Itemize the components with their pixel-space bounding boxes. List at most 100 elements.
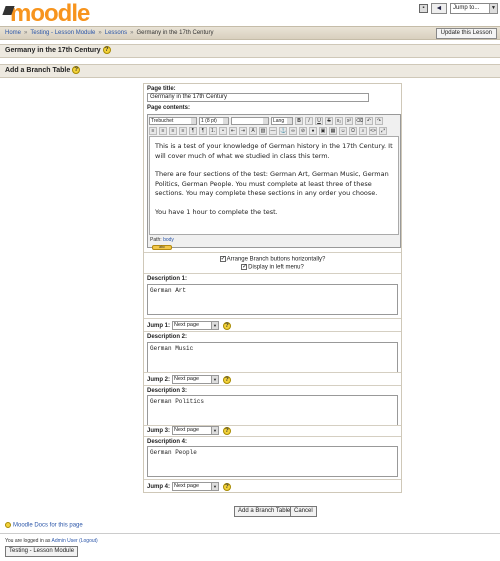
moodle-docs-link-row: Moodle Docs for this page	[5, 522, 83, 529]
update-lesson-button[interactable]: Update this Lesson	[435, 28, 497, 39]
logout-link[interactable]: (Logout)	[79, 538, 98, 544]
previous-arrow-button[interactable]: ◄	[431, 3, 447, 14]
moodle-logo[interactable]: moodle	[2, 0, 90, 27]
editor-content[interactable]: This is a test of your knowledge of Germ…	[149, 136, 399, 235]
chevron-down-icon	[191, 117, 196, 124]
top-right-controls: ▪ ◄ Jump to... ▼	[419, 3, 498, 14]
moodle-docs-link[interactable]: Moodle Docs for this page	[13, 523, 83, 529]
align-right-icon[interactable]: ≡	[169, 126, 177, 135]
underline-icon[interactable]: U	[315, 116, 323, 125]
bold-icon[interactable]: B	[295, 116, 303, 125]
editor-paragraph: There are four sections of the test: Ger…	[155, 170, 389, 197]
chevron-down-icon: ▼	[489, 4, 497, 13]
search-replace-icon[interactable]: ⌕	[359, 126, 367, 135]
jump-2-row: Jump 2: Next page ▼ ?	[147, 375, 232, 384]
jump-to-select[interactable]: Jump to... ▼	[450, 3, 498, 14]
arrange-horizontal-checkbox[interactable]: ✓	[219, 256, 226, 262]
logo-text: moodle	[10, 0, 90, 27]
cancel-button[interactable]: Cancel	[290, 506, 317, 517]
justify-icon[interactable]: ≡	[179, 126, 187, 135]
jump-1-select[interactable]: Next page ▼	[172, 321, 220, 330]
help-icon[interactable]: ?	[223, 375, 232, 384]
course-home-button[interactable]: Testing - Lesson Module	[5, 546, 79, 557]
text-color-icon[interactable]: A	[249, 126, 257, 135]
page-title-input[interactable]: Germany in the 17th Century	[147, 93, 369, 102]
jump-3-label: Jump 3:	[147, 427, 171, 434]
fullscreen-icon[interactable]: ⤢	[379, 126, 387, 135]
help-icon[interactable]: ?	[223, 321, 232, 330]
font-select[interactable]: Trebuchet	[149, 116, 197, 125]
undo-icon[interactable]: ↶	[365, 116, 373, 125]
description-4-input[interactable]: German People	[147, 446, 398, 477]
strikethrough-icon[interactable]: S	[325, 116, 333, 125]
background-color-icon[interactable]: ▧	[259, 126, 267, 135]
navbar: Home» Testing - Lesson Module» Lessons» Ger…	[0, 26, 500, 40]
unlink-icon[interactable]: ⊘	[299, 126, 307, 135]
italic-icon[interactable]: I	[305, 116, 313, 125]
subscript-icon[interactable]: x₂	[335, 116, 343, 125]
indent-icon[interactable]: ⇥	[239, 126, 247, 135]
help-icon[interactable]: ?	[223, 426, 232, 435]
image-icon[interactable]: ▣	[319, 126, 327, 135]
display-left-menu-row: ✓Display in left menu?	[144, 264, 401, 271]
link-icon[interactable]: ∞	[289, 126, 297, 135]
divider	[144, 273, 401, 274]
size-value: 1 (8 pt)	[201, 117, 217, 124]
ltr-icon[interactable]: ¶	[189, 126, 197, 135]
size-select[interactable]: 1 (8 pt)	[199, 116, 229, 125]
ordered-list-icon[interactable]: ⒈	[209, 126, 217, 135]
section-heading: Add a Branch Table?	[0, 64, 500, 78]
style-select[interactable]	[231, 116, 269, 125]
font-value: Trebuchet	[151, 117, 174, 124]
html-editor: Trebuchet 1 (8 pt) Lang B I U S x₂ x² ⌫ …	[147, 114, 401, 250]
display-left-menu-checkbox[interactable]: ✓	[241, 264, 247, 270]
description-2-label: Description 2:	[147, 334, 188, 340]
help-icon[interactable]: ?	[72, 66, 81, 75]
lesson-heading-text: Germany in the 17th Century	[5, 47, 101, 54]
description-1-input[interactable]: German Art	[147, 284, 398, 315]
jump-4-select[interactable]: Next page ▼	[172, 482, 220, 491]
lang-value: Lang	[273, 117, 285, 124]
divider	[144, 436, 401, 437]
breadcrumb-home[interactable]: Home	[5, 30, 21, 36]
smiley-icon[interactable]: ☺	[339, 126, 347, 135]
jump-2-select[interactable]: Next page ▼	[172, 375, 220, 384]
nolink-icon[interactable]: ●	[309, 126, 317, 135]
horizontal-rule-icon[interactable]: —	[269, 126, 277, 135]
divider	[144, 372, 401, 373]
html-source-icon[interactable]: <>	[369, 126, 377, 135]
table-icon[interactable]: ▦	[329, 126, 337, 135]
jump-3-select[interactable]: Next page ▼	[172, 426, 220, 435]
path-label: Path:	[150, 237, 162, 243]
divider	[144, 385, 401, 386]
align-center-icon[interactable]: ≡	[159, 126, 167, 135]
description-3-input[interactable]: German Politics	[147, 395, 398, 426]
description-2-input[interactable]: German Music	[147, 342, 398, 373]
branch-table-form: Page title: Germany in the 17th Century …	[143, 83, 402, 493]
breadcrumb-lessons[interactable]: Lessons	[105, 30, 127, 36]
align-left-icon[interactable]: ≡	[149, 126, 157, 135]
display-left-menu-label: Display in left menu?	[248, 264, 304, 271]
jump-3-row: Jump 3: Next page ▼ ?	[147, 426, 232, 435]
rtl-icon[interactable]: ¶	[199, 126, 207, 135]
chevron-down-icon: ▼	[211, 427, 219, 434]
chevron-down-icon: ▼	[211, 322, 219, 329]
help-icon[interactable]: ?	[223, 482, 232, 491]
unordered-list-icon[interactable]: •	[219, 126, 227, 135]
outdent-icon[interactable]: ⇤	[229, 126, 237, 135]
description-1-label: Description 1:	[147, 276, 188, 282]
anchor-icon[interactable]: ⚓	[279, 126, 287, 135]
path-body-link[interactable]: body	[163, 237, 174, 243]
add-branch-table-button[interactable]: Add a Branch Table	[234, 506, 295, 517]
clean-icon[interactable]: ⌫	[355, 116, 363, 125]
spellcheck-button[interactable]: abc	[152, 245, 172, 250]
redo-icon[interactable]: ↷	[375, 116, 383, 125]
breadcrumb-course[interactable]: Testing - Lesson Module	[30, 30, 95, 36]
lang-select[interactable]: Lang	[271, 116, 293, 125]
help-icon[interactable]: ?	[102, 46, 111, 55]
breadcrumb: Home» Testing - Lesson Module» Lessons» Ger…	[5, 30, 214, 36]
special-char-icon[interactable]: Ω	[349, 126, 357, 135]
jump-1-row: Jump 1: Next page ▼ ?	[147, 321, 232, 330]
superscript-icon[interactable]: x²	[345, 116, 353, 125]
user-link[interactable]: Admin User	[52, 538, 78, 544]
